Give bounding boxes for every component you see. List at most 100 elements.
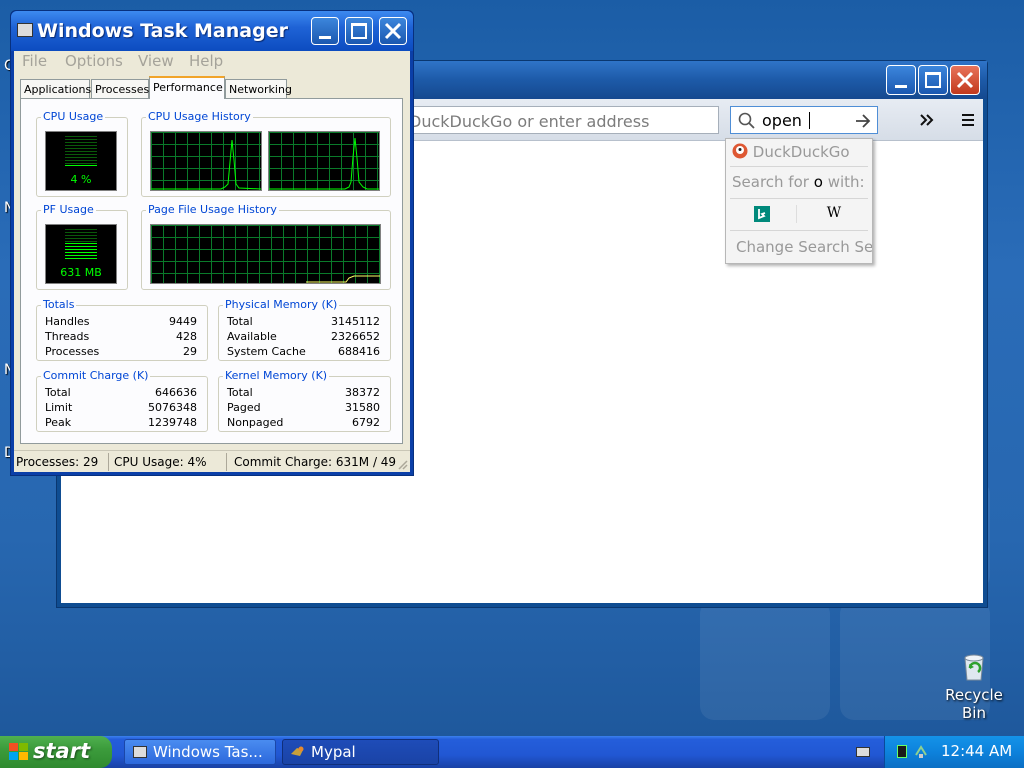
stat-value: 9449 xyxy=(169,315,197,328)
status-divider xyxy=(226,453,227,471)
menu-view[interactable]: View xyxy=(138,52,174,70)
keyboard-icon[interactable] xyxy=(856,747,870,757)
divider xyxy=(730,230,868,231)
start-button[interactable]: start xyxy=(0,736,112,768)
tab-applications[interactable]: Applications xyxy=(20,79,91,98)
pf-history-label: Page File Usage History xyxy=(146,203,279,216)
cpu-meter-fill xyxy=(65,165,97,166)
cpu-history-group: CPU Usage History xyxy=(141,110,391,197)
wikipedia-icon: W xyxy=(826,205,842,221)
phys-total-row: Total 3145112 xyxy=(227,315,380,329)
taskbar-task-mypal[interactable]: Mypal xyxy=(282,739,439,765)
task-label: Windows Tas... xyxy=(153,743,263,761)
task-manager-titlebar[interactable]: Windows Task Manager xyxy=(11,11,413,51)
cpu-usage-label: CPU Usage xyxy=(41,110,106,123)
close-button[interactable] xyxy=(379,17,407,45)
stat-key: Processes xyxy=(45,345,100,358)
stat-value: 2326652 xyxy=(331,330,380,343)
tab-performance[interactable]: Performance xyxy=(149,76,225,99)
search-engine-header[interactable]: DuckDuckGo xyxy=(732,143,850,161)
close-button[interactable] xyxy=(950,65,980,95)
cpu-usage-meter: 4 % xyxy=(45,131,117,191)
cpu-history-graph-core2 xyxy=(268,131,380,191)
taskbar-task-task-manager[interactable]: Windows Tas... xyxy=(124,739,276,765)
physical-memory-group: Physical Memory (K) Total 3145112 Availa… xyxy=(218,298,391,361)
search-for-query: o xyxy=(813,173,823,191)
pf-usage-value: 631 MB xyxy=(60,266,102,279)
engine-name: DuckDuckGo xyxy=(752,143,850,161)
stat-value: 5076348 xyxy=(148,401,197,414)
stat-value: 428 xyxy=(176,330,197,343)
kernel-memory-group: Kernel Memory (K) Total 38372 Paged 3158… xyxy=(218,369,391,432)
change-search-settings[interactable]: Change Search Se xyxy=(736,238,872,256)
resize-grip-icon[interactable] xyxy=(396,458,408,470)
stat-key: Total xyxy=(45,386,71,399)
minimize-button[interactable] xyxy=(886,65,916,95)
stat-key: Handles xyxy=(45,315,90,328)
kernel-total-row: Total 38372 xyxy=(227,386,380,400)
totals-group: Totals Handles 9449 Threads 428 Processe… xyxy=(36,298,208,361)
clock[interactable]: 12:44 AM xyxy=(941,742,1012,760)
search-for-prefix: Search for xyxy=(732,173,809,191)
tab-processes[interactable]: Processes xyxy=(91,79,149,98)
text-caret xyxy=(809,112,810,129)
divider xyxy=(730,166,868,167)
maximize-icon xyxy=(351,23,367,39)
stat-value: 688416 xyxy=(338,345,380,358)
engine-wikipedia-button[interactable]: W xyxy=(818,202,850,228)
recycle-bin[interactable]: Recycle Bin xyxy=(944,650,1004,722)
engine-bing-button[interactable] xyxy=(746,202,778,228)
totals-label: Totals xyxy=(41,298,77,311)
tab-networking[interactable]: Networking xyxy=(225,79,292,98)
divider xyxy=(730,198,868,199)
duckduckgo-icon xyxy=(732,143,748,159)
desktop-glow xyxy=(700,600,830,720)
safely-remove-icon[interactable] xyxy=(913,743,929,759)
search-suggestions-popup: DuckDuckGo Search for o with: W Change S… xyxy=(725,138,873,264)
performance-panel: CPU Usage 4 % CPU Usage History PF Usage… xyxy=(20,98,403,444)
menu-help[interactable]: Help xyxy=(189,52,223,70)
task-manager-icon xyxy=(133,746,147,758)
pf-meter-fill xyxy=(65,243,97,259)
commit-charge-group: Commit Charge (K) Total 646636 Limit 507… xyxy=(36,369,208,432)
stat-key: Nonpaged xyxy=(227,416,284,429)
taskbar: start Windows Tas... Mypal 12:44 AM xyxy=(0,736,1024,768)
overflow-chevron-button[interactable] xyxy=(914,109,940,131)
cpu-usage-value: 4 % xyxy=(70,173,92,186)
menu-options[interactable]: Options xyxy=(65,52,123,70)
status-commit: Commit Charge: 631M / 49 xyxy=(234,455,397,469)
commit-charge-label: Commit Charge (K) xyxy=(41,369,151,382)
menu-button[interactable] xyxy=(955,109,981,131)
task-manager-body: File Options View Help Applications Proc… xyxy=(14,51,410,472)
pf-usage-meter: 631 MB xyxy=(45,224,117,284)
menu-file[interactable]: File xyxy=(22,52,47,70)
close-icon xyxy=(384,22,402,40)
go-arrow-icon[interactable] xyxy=(853,111,873,131)
status-cpu: CPU Usage: 4% xyxy=(114,455,207,469)
bing-icon xyxy=(754,206,770,222)
cpu-history-label: CPU Usage History xyxy=(146,110,253,123)
maximize-icon xyxy=(925,72,941,88)
recycle-bin-icon xyxy=(964,654,984,681)
cpu-core1-line xyxy=(151,139,261,190)
search-for-label: Search for o with: xyxy=(732,173,865,191)
phys-cache-row: System Cache 688416 xyxy=(227,345,380,359)
minimize-button[interactable] xyxy=(311,17,339,45)
stat-key: Threads xyxy=(45,330,90,343)
network-icon[interactable] xyxy=(897,745,907,758)
task-label: Mypal xyxy=(311,743,356,761)
maximize-button[interactable] xyxy=(918,65,948,95)
physical-memory-label: Physical Memory (K) xyxy=(223,298,340,311)
pf-history-group: Page File Usage History xyxy=(141,203,391,290)
status-bar: Processes: 29 CPU Usage: 4% Commit Charg… xyxy=(14,450,410,472)
search-input[interactable]: open xyxy=(730,106,878,134)
maximize-button[interactable] xyxy=(345,17,373,45)
stat-key: Limit xyxy=(45,401,73,414)
phys-available-row: Available 2326652 xyxy=(227,330,380,344)
stat-key: Available xyxy=(227,330,277,343)
task-manager-icon xyxy=(17,23,33,37)
stat-key: Total xyxy=(227,315,253,328)
stat-value: 31580 xyxy=(345,401,380,414)
status-divider xyxy=(108,453,109,471)
pf-usage-group: PF Usage 631 MB xyxy=(36,203,128,290)
